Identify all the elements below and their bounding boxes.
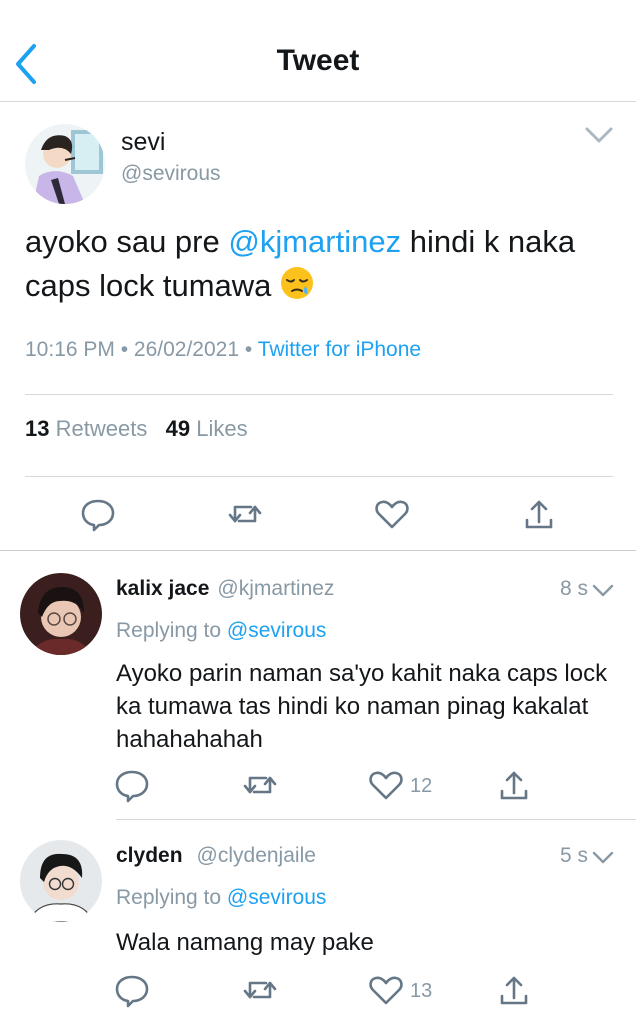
sleepy-face-emoji [281,267,313,299]
tweet-text-start: ayoko sau pre [25,224,229,259]
chevron-down-icon [592,851,614,864]
reply-author[interactable]: clyden @clydenjaile [116,844,316,868]
retweets-count: 13 [25,416,50,441]
retweets-stat[interactable]: 13 Retweets [25,416,147,441]
share-button[interactable] [494,970,534,1010]
tweet-date: 26/02/2021 [133,338,240,361]
reply-more-button[interactable] [592,850,614,866]
like-button[interactable] [366,970,406,1010]
share-upload-icon [525,500,553,529]
likes-count: 49 [165,416,191,441]
divider [25,476,613,477]
reply-author-name: kalix jace [116,577,210,600]
speech-bubble-icon [81,499,115,532]
share-upload-icon [500,771,528,800]
reply-timestamp: 8 s [559,577,588,600]
reply-button[interactable] [112,765,152,805]
replying-to: Replying to @sevirous [116,886,326,910]
tweet-text: ayoko sau pre @kjmartinez hindi k naka c… [25,220,615,308]
replying-label: Replying to [116,886,222,909]
author-handle[interactable]: @sevirous [121,162,221,186]
like-button[interactable] [366,765,406,805]
meta-separator: • [120,338,134,361]
likes-label: Likes [196,416,248,441]
reply-timestamp: 5 s [559,844,588,867]
reply-tweet[interactable]: kalix jace @kjmartinez 8 s Replying to @s… [0,551,636,820]
reply-text: Wala namang may pake [116,929,374,956]
meta-separator: • [244,338,258,361]
avatar-illustration [25,124,105,204]
chevron-down-icon [592,584,614,597]
avatar[interactable] [20,573,102,655]
tweet-source-link[interactable]: Twitter for iPhone [258,338,421,361]
divider [25,394,613,395]
reply-more-button[interactable] [592,583,614,599]
reply-button[interactable] [78,494,118,534]
author-name[interactable]: sevi [121,128,165,157]
retweet-arrows-icon [243,981,277,999]
like-button[interactable] [372,494,412,534]
heart-icon [375,500,409,529]
tweet-meta: 10:16 PM • 26/02/2021 • Twitter for iPho… [25,338,421,362]
like-count: 13 [410,980,433,1002]
chevron-down-icon [585,127,613,143]
retweet-arrows-icon [243,776,277,794]
replying-mention[interactable]: @sevirous [227,619,327,642]
avatar-illustration [20,573,102,655]
heart-icon [369,976,403,1005]
more-options-button[interactable] [584,126,614,146]
avatar[interactable] [25,124,105,204]
top-bar: Tweet [0,0,636,102]
main-tweet: sevi @sevirous ayoko sau pre @kjmartinez… [0,102,636,551]
avatar-illustration [20,840,102,922]
reply-author-handle: @kjmartinez [217,577,335,600]
tweet-stats: 13 Retweets 49 Likes [25,416,248,442]
reply-tweet[interactable]: clyden @clydenjaile 5 s Replying to @sevi… [0,820,636,1024]
replying-label: Replying to [116,619,222,642]
share-button[interactable] [494,765,534,805]
reply-author-handle: @clydenjaile [196,844,316,867]
page-title: Tweet [276,44,360,77]
share-upload-icon [500,976,528,1005]
speech-bubble-icon [115,975,149,1008]
retweets-label: Retweets [55,416,148,441]
replying-mention[interactable]: @sevirous [227,886,327,909]
retweet-button[interactable] [225,494,265,534]
reply-text: Ayoko parin naman sa'yo kahit naka caps … [116,660,608,753]
tweet-time: 10:16 PM [25,338,115,361]
reply-author[interactable]: kalix jace @kjmartinez [116,577,334,601]
share-button[interactable] [519,494,559,534]
reply-button[interactable] [112,970,152,1010]
speech-bubble-icon [115,770,149,803]
heart-icon [369,771,403,800]
mention-link[interactable]: @kjmartinez [228,224,401,259]
retweet-arrows-icon [228,505,262,523]
retweet-button[interactable] [240,970,280,1010]
reply-author-name: clyden [116,844,183,867]
replying-to: Replying to @sevirous [116,619,326,643]
avatar[interactable] [20,840,102,922]
likes-stat[interactable]: 49 Likes [166,416,248,441]
like-count: 12 [410,775,433,797]
retweet-button[interactable] [240,765,280,805]
